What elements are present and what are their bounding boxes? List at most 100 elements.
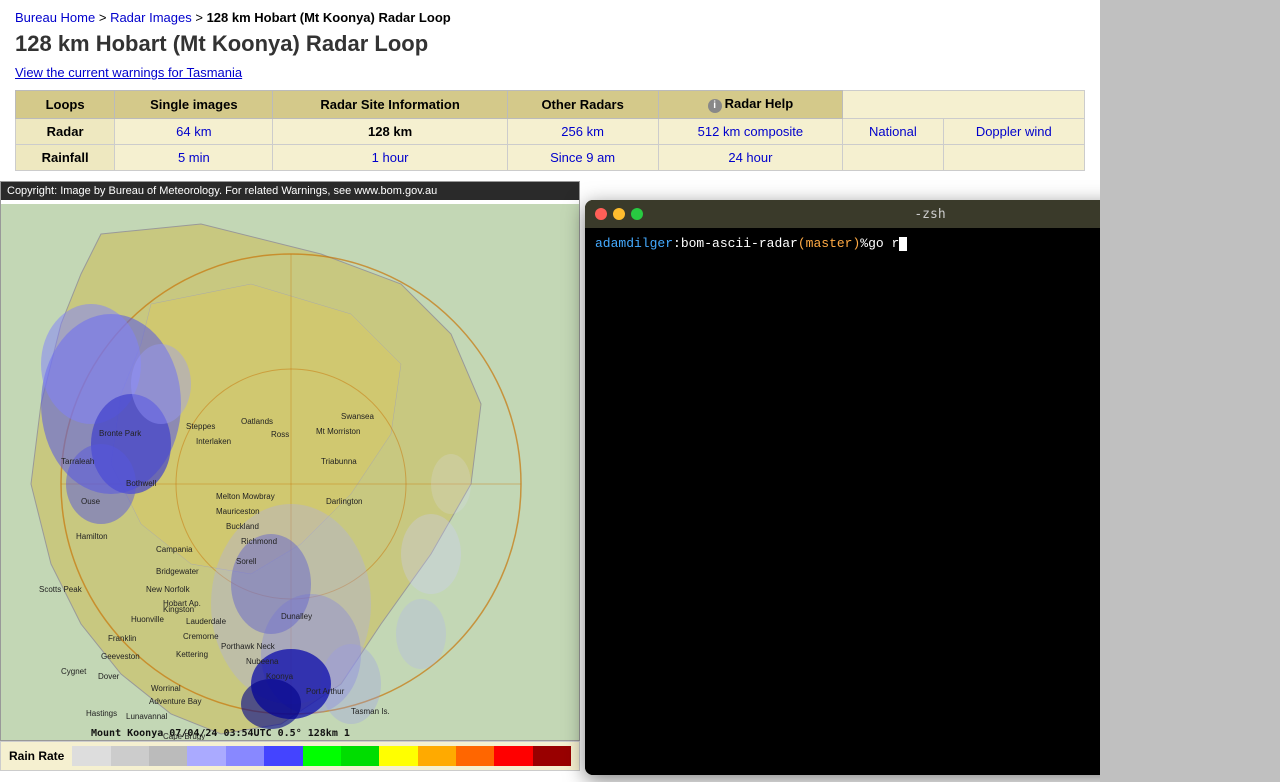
bureau-home-link[interactable]: Bureau Home [15,10,95,25]
svg-text:Oatlands: Oatlands [241,417,273,426]
color-seg-5 [264,746,302,766]
rainfall-5min-link[interactable]: 5 min [178,150,210,165]
color-seg-11 [494,746,532,766]
svg-text:Franklin: Franklin [108,634,136,643]
radar-row: Radar 64 km 128 km 256 km 512 km composi… [16,119,1085,145]
svg-text:Geeveston: Geeveston [101,652,140,661]
radar-512km: 512 km composite [658,119,843,145]
svg-text:Mauriceston: Mauriceston [216,507,260,516]
rainfall-since9am-link[interactable]: Since 9 am [550,150,615,165]
rain-rate-bar: Rain Rate [0,741,580,771]
radar-images-link[interactable]: Radar Images [110,10,192,25]
radar-image: Copyright: Image by Bureau of Meteorolog… [0,181,580,741]
color-bar [72,746,571,766]
rainfall-1hour: 1 hour [273,145,507,171]
col-single: Single images [115,91,273,119]
svg-text:Hamilton: Hamilton [76,532,108,541]
svg-text:Steppes: Steppes [186,422,215,431]
color-seg-0 [72,746,110,766]
rainfall-1hour-link[interactable]: 1 hour [372,150,409,165]
rainfall-since9am: Since 9 am [507,145,658,171]
color-seg-7 [341,746,379,766]
svg-text:Mt Morriston: Mt Morriston [316,427,360,436]
radar-national-link[interactable]: National [869,124,917,139]
svg-text:Worrinal: Worrinal [151,684,181,693]
svg-text:Koonya: Koonya [266,672,294,681]
svg-text:Ross: Ross [271,430,289,439]
color-seg-6 [303,746,341,766]
svg-text:Ouse: Ouse [81,497,101,506]
radar-doppler-link[interactable]: Doppler wind [976,124,1052,139]
svg-text:Richmond: Richmond [241,537,277,546]
radar-doppler: Doppler wind [943,119,1084,145]
prompt-repo: bom-ascii-radar [681,236,798,251]
radar-label: Radar [16,119,115,145]
col-site: Radar Site Information [273,91,507,119]
svg-text:Dover: Dover [98,672,120,681]
terminal-body[interactable]: adamdilger : bom-ascii-radar (master) % … [585,228,1100,775]
rainfall-row: Rainfall 5 min 1 hour Since 9 am 24 hour [16,145,1085,171]
svg-text:Adventure Bay: Adventure Bay [149,697,201,706]
terminal-title: -zsh [914,207,945,222]
info-icon: i [708,99,722,113]
svg-text:Bronte Park: Bronte Park [99,429,142,438]
rainfall-label: Rainfall [16,145,115,171]
col-other: Other Radars [507,91,658,119]
svg-text:Cygnet: Cygnet [61,667,87,676]
terminal-window: -zsh ⌃⌘2 adamdilger : bom-ascii-radar (m… [585,200,1100,775]
svg-text:Mount Koonya 07/04/24 03:54U: Mount Koonya 07/04/24 03:54UTC 0.5° 128k… [91,728,350,739]
svg-text:Tarraleah: Tarraleah [61,457,94,466]
radar-128km: 128 km [273,119,507,145]
col-help: iRadar Help [658,91,843,119]
radar-copyright: Copyright: Image by Bureau of Meteorolog… [1,182,579,200]
svg-text:Interlaken: Interlaken [196,437,231,446]
svg-text:Lauderdale: Lauderdale [186,617,227,626]
svg-text:Campania: Campania [156,545,193,554]
color-seg-1 [111,746,149,766]
cursor [899,237,907,251]
breadcrumb: Bureau Home > Radar Images > 128 km Hoba… [15,10,1085,25]
prompt-user: adamdilger [595,236,673,251]
svg-text:Scotts Peak: Scotts Peak [39,585,83,594]
warning-link-anchor[interactable]: View the current warnings for Tasmania [15,65,242,80]
radar-512km-link[interactable]: 512 km composite [698,124,804,139]
svg-text:Buckland: Buckland [226,522,259,531]
radar-national: National [843,119,943,145]
navigation-table: Loops Single images Radar Site Informati… [15,90,1085,171]
rainfall-empty1 [843,145,943,171]
rainfall-24hour-link[interactable]: 24 hour [728,150,772,165]
color-seg-10 [456,746,494,766]
maximize-button[interactable] [631,208,643,220]
terminal-titlebar: -zsh ⌃⌘2 [585,200,1100,228]
svg-text:Cremorne: Cremorne [183,632,219,641]
color-seg-9 [418,746,456,766]
svg-text:Huonville: Huonville [131,615,164,624]
svg-text:Tasman Is.: Tasman Is. [351,707,390,716]
svg-text:Kettering: Kettering [176,650,208,659]
color-seg-4 [226,746,264,766]
prompt-symbol: % [860,236,868,251]
svg-text:Lunavannal: Lunavannal [126,712,168,721]
radar-64km-link[interactable]: 64 km [176,124,211,139]
color-seg-2 [149,746,187,766]
svg-text:Darlington: Darlington [326,497,362,506]
prompt-branch: (master) [798,236,860,251]
minimize-button[interactable] [613,208,625,220]
terminal-prompt: adamdilger : bom-ascii-radar (master) % … [595,236,1100,251]
svg-text:Kingston: Kingston [163,605,194,614]
color-seg-3 [187,746,225,766]
terminal-command: go r [868,236,899,251]
color-seg-8 [379,746,417,766]
svg-text:Bothwell: Bothwell [126,479,156,488]
breadcrumb-current: 128 km Hobart (Mt Koonya) Radar Loop [207,10,451,25]
radar-256km: 256 km [507,119,658,145]
svg-text:Port Arthur: Port Arthur [306,687,345,696]
svg-text:Hastings: Hastings [86,709,117,718]
radar-256km-link[interactable]: 256 km [561,124,604,139]
prompt-separator: : [673,236,681,251]
rainfall-empty2 [943,145,1084,171]
close-button[interactable] [595,208,607,220]
rainfall-5min: 5 min [115,145,273,171]
browser-chrome-right [1100,0,1280,782]
svg-text:Sorell: Sorell [236,557,257,566]
